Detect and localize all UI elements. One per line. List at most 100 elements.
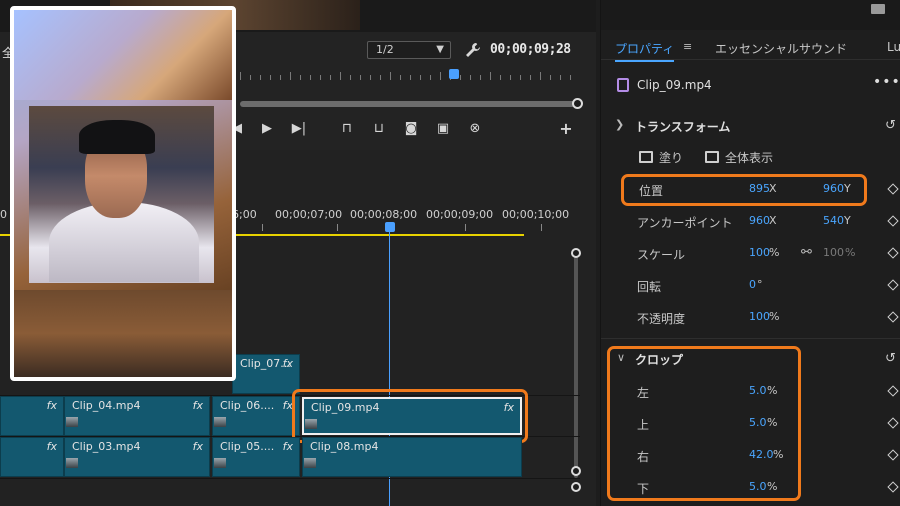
ruler-tick [370,75,371,80]
clip-name: Clip_04.mp4 [72,399,141,412]
keyframe-diamond-icon[interactable] [887,449,899,461]
zoom-select[interactable]: 1/2 ▼ [367,41,451,59]
timeline-playhead-handle[interactable] [385,222,395,232]
tab-lumetri[interactable]: Lum [887,40,900,54]
left-area: 全 1/2 ▼ 00;00;09;28 ◀ ▶ ▶| ⊓ ⊔ ◙ ▣ ⊗ + 0… [0,0,596,506]
ruler-tick [240,72,241,80]
add-icon[interactable]: + [555,120,577,138]
ruler-tick [320,75,321,80]
position-highlight [621,174,867,206]
hscroll-handle[interactable] [571,482,581,492]
vscroll-bottom-handle[interactable] [571,466,581,476]
crop-highlight [607,346,801,501]
link-icon[interactable]: ⚯ [801,245,812,260]
fx-badge: fx [192,399,203,412]
opacity-value[interactable]: 100 [749,310,770,323]
reset-icon[interactable]: ↺ [885,351,900,366]
properties-panel: プロパティ ≡ エッセンシャルサウンド Lum Clip_09.mp4 ••• … [600,0,900,506]
section-divider [601,338,900,339]
keyframe-diamond-icon[interactable] [887,247,899,259]
row-rotation: 回転 0 ° [601,274,900,298]
opacity-label: 不透明度 [637,312,686,326]
ruler-tick [260,75,261,80]
monitor-playhead[interactable] [449,69,459,79]
extract-icon[interactable]: ⊔ [368,120,390,138]
camera-icon[interactable]: ◙ [400,120,422,138]
fx-badge: fx [282,440,293,453]
rotation-value[interactable]: 0 [749,278,756,291]
cropped-video-frame [29,106,214,283]
ruler-label-3: 00;00;08;00 [350,208,418,221]
tab-essential-sound[interactable]: エッセンシャルサウンド [715,40,847,57]
fx-badge: fx [46,399,57,412]
ruler-tick [400,75,401,80]
track-separator [0,478,580,479]
keyframe-diamond-icon[interactable] [887,417,899,429]
clip-06[interactable]: Clip_06.... fx [212,396,300,436]
clip-07[interactable]: Clip_07... fx [232,354,300,394]
clip-left-bottom[interactable]: fx [0,437,64,477]
ruler-tick [440,72,441,80]
fill-label[interactable]: 塗り [659,149,683,166]
settings-icon[interactable]: ⊗ [464,120,486,138]
clip-03[interactable]: Clip_03.mp4 fx [64,437,210,477]
lift-icon[interactable]: ⊓ [336,120,358,138]
vscroll-top-handle[interactable] [571,248,581,258]
keyframe-diamond-icon[interactable] [887,215,899,227]
scale-unit: % [769,246,780,259]
row-scale: スケール 100 % ⚯ 100 % [601,242,900,266]
reset-icon[interactable]: ↺ [885,118,900,133]
panel-tabs: プロパティ ≡ エッセンシャルサウンド Lum [601,36,900,62]
scale-label: スケール [637,248,686,262]
clip-thumbnail [214,417,226,427]
monitor-scroll-handle[interactable] [572,98,583,109]
keyframe-diamond-icon[interactable] [887,385,899,397]
fit-icon[interactable] [705,151,719,163]
step-forward-icon[interactable]: ▶| [288,120,310,138]
ruler-label-2: 00;00;07;00 [275,208,343,221]
monitor-ruler[interactable] [240,66,580,80]
fit-label[interactable]: 全体表示 [725,149,773,166]
timecode-display[interactable]: 00;00;09;28 [490,42,571,57]
chevron-down-icon[interactable]: ❯ [615,118,624,131]
scale-value[interactable]: 100 [749,246,770,259]
ruler-tick [430,75,431,80]
keyframe-diamond-icon[interactable] [887,279,899,291]
anchor-y[interactable]: 540 [823,214,844,227]
clip-thumbnail [214,458,226,468]
ruler-tick [530,75,531,80]
play-icon[interactable]: ▶ [256,120,278,138]
timeline-vscroll[interactable] [574,250,578,478]
hamburger-icon[interactable]: ≡ [683,40,692,53]
fill-icon[interactable] [639,151,653,163]
compare-icon[interactable]: ▣ [432,120,454,138]
monitor-scrollbar[interactable] [240,101,576,107]
fx-badge: fx [282,357,293,370]
anchor-x[interactable]: 960 [749,214,770,227]
clip-05[interactable]: Clip_05.... fx [212,437,300,477]
folder-icon[interactable] [871,4,885,14]
clip-left-top[interactable]: fx [0,396,64,436]
clip-name-header: Clip_09.mp4 [637,78,712,92]
ruler-tick [310,75,311,80]
wrench-icon[interactable] [463,40,483,60]
ruler-tick [340,72,341,80]
keyframe-diamond-icon[interactable] [887,183,899,195]
clip-04[interactable]: Clip_04.mp4 fx [64,396,210,436]
ruler-label-4: 00;00;09;00 [426,208,494,221]
tab-properties[interactable]: プロパティ [615,40,675,62]
transform-title[interactable]: トランスフォーム [635,118,730,135]
clip-08[interactable]: Clip_08.mp4 [302,437,522,477]
video-preview [10,6,236,381]
row-opacity: 不透明度 100 % [601,306,900,330]
chevron-down-icon: ▼ [436,44,444,55]
ruler-tick [390,72,391,80]
scale-value-2: 100 [823,246,844,259]
more-icon[interactable]: ••• [873,74,900,90]
keyframe-diamond-icon[interactable] [887,311,899,323]
keyframe-diamond-icon[interactable] [887,481,899,493]
ruler-tick [300,75,301,80]
ruler-tick [520,75,521,80]
ruler-tick [500,75,501,80]
beanie-shape [79,120,155,154]
